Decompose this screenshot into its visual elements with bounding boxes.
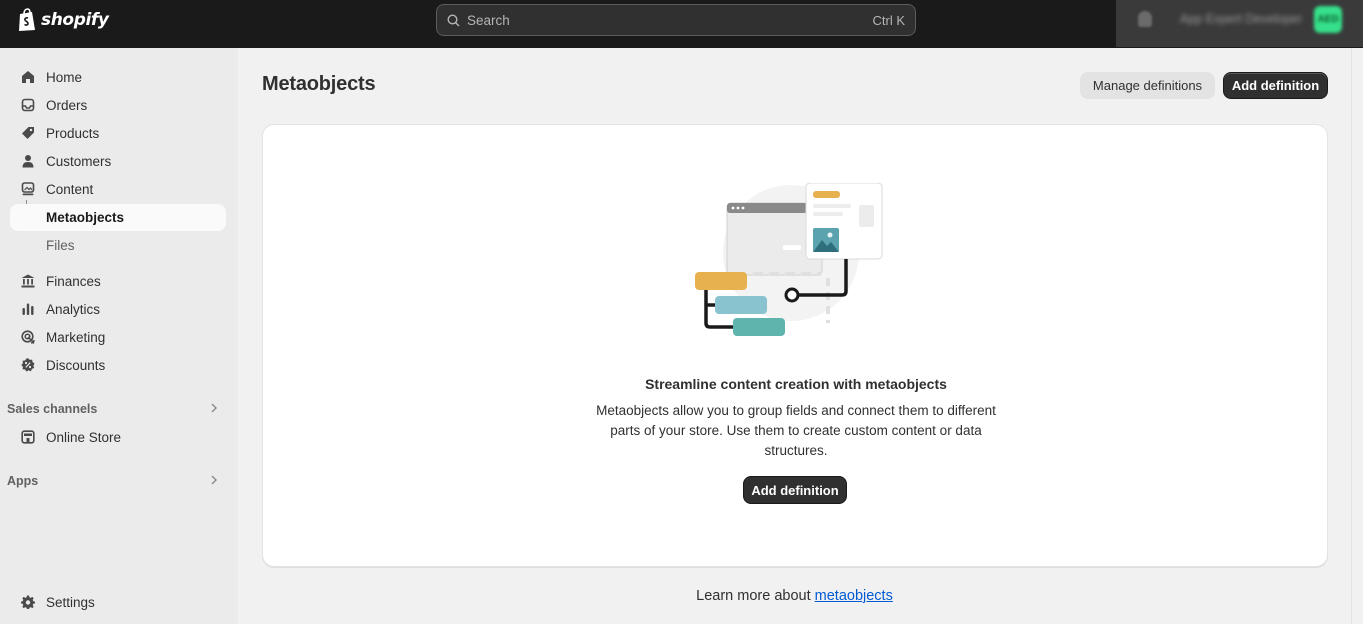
brand-name: shopify	[41, 10, 109, 30]
avatar[interactable]: AED	[1314, 6, 1342, 33]
sidebar: Home Orders Products Customers Content M…	[0, 48, 238, 624]
top-bar: shopify Search Ctrl K App Expert Develop…	[0, 0, 1363, 48]
account-name: App Expert Developer	[1180, 12, 1303, 26]
sidebar-item-label: Customers	[46, 154, 112, 169]
page-title: Metaobjects	[262, 73, 376, 95]
sidebar-item-label: Metaobjects	[46, 210, 125, 225]
add-definition-button[interactable]: Add definition	[1223, 72, 1328, 99]
sidebar-item-products[interactable]: Products	[10, 120, 226, 147]
sidebar-item-marketing[interactable]: Marketing	[10, 324, 226, 351]
search-icon	[447, 13, 460, 26]
sidebar-item-label: Settings	[46, 595, 95, 610]
shopify-logo[interactable]: shopify	[17, 7, 109, 33]
content-icon	[21, 182, 35, 196]
sidebar-item-customers[interactable]: Customers	[10, 148, 226, 175]
bank-icon	[21, 274, 35, 288]
sidebar-item-finances[interactable]: Finances	[10, 268, 226, 295]
sidebar-item-metaobjects[interactable]: Metaobjects	[10, 204, 226, 231]
sidebar-item-label: Files	[46, 238, 75, 253]
chevron-right-icon	[211, 403, 217, 413]
sidebar-item-files[interactable]: Files	[10, 232, 226, 259]
search-placeholder: Search	[467, 12, 510, 28]
section-label: Apps	[7, 474, 39, 488]
empty-state-title: Streamline content creation with metaobj…	[645, 376, 947, 392]
section-label: Sales channels	[7, 402, 98, 416]
metaobjects-illustration	[695, 183, 883, 336]
sidebar-item-label: Marketing	[46, 330, 106, 345]
inbox-icon	[21, 98, 35, 112]
search-shortcut: Ctrl K	[872, 12, 906, 28]
apps-header[interactable]: Apps	[7, 471, 223, 491]
sidebar-item-analytics[interactable]: Analytics	[10, 296, 226, 323]
search-input[interactable]: Search Ctrl K	[436, 4, 916, 36]
sidebar-item-label: Finances	[46, 274, 101, 289]
tag-icon	[22, 127, 34, 139]
shopping-bag-icon	[19, 8, 35, 31]
sidebar-item-label: Orders	[46, 98, 88, 113]
store-icon	[21, 430, 35, 444]
bell-icon[interactable]	[1138, 11, 1152, 27]
sidebar-item-label: Home	[46, 70, 83, 85]
gear-icon	[21, 595, 35, 609]
sidebar-item-orders[interactable]: Orders	[10, 92, 226, 119]
learn-more-text: Learn more about metaobjects	[238, 588, 1351, 604]
account-menu[interactable]: App Expert Developer AED	[1116, 0, 1363, 47]
sidebar-item-label: Content	[46, 182, 94, 197]
chevron-right-icon	[211, 475, 217, 485]
sidebar-item-home[interactable]: Home	[10, 64, 226, 91]
learn-more-prefix: Learn more about	[696, 588, 811, 604]
empty-state-description: Metaobjects allow you to group fields an…	[596, 403, 996, 458]
person-icon	[22, 155, 34, 168]
empty-state-add-definition-button[interactable]: Add definition	[743, 476, 847, 504]
sidebar-item-label: Online Store	[46, 430, 122, 445]
sidebar-item-online-store[interactable]: Online Store	[10, 424, 226, 451]
target-icon	[21, 330, 35, 344]
manage-definitions-button[interactable]: Manage definitions	[1080, 72, 1215, 99]
sidebar-item-discounts[interactable]: Discounts	[10, 352, 226, 379]
home-icon	[22, 71, 34, 83]
metaobjects-help-link[interactable]: metaobjects	[815, 588, 893, 604]
discount-icon	[21, 358, 35, 372]
empty-state-card: Streamline content creation with metaobj…	[262, 124, 1328, 567]
sidebar-item-content[interactable]: Content	[10, 176, 226, 203]
sidebar-item-label: Products	[46, 126, 100, 141]
main-content: Metaobjects Manage definitions Add defin…	[238, 48, 1351, 624]
sidebar-item-settings[interactable]: Settings	[10, 589, 226, 616]
scrollbar[interactable]	[1351, 48, 1363, 624]
bar-chart-icon	[22, 303, 34, 315]
sales-channels-header[interactable]: Sales channels	[7, 399, 223, 419]
sidebar-item-label: Discounts	[46, 358, 106, 373]
sidebar-item-label: Analytics	[46, 302, 101, 317]
